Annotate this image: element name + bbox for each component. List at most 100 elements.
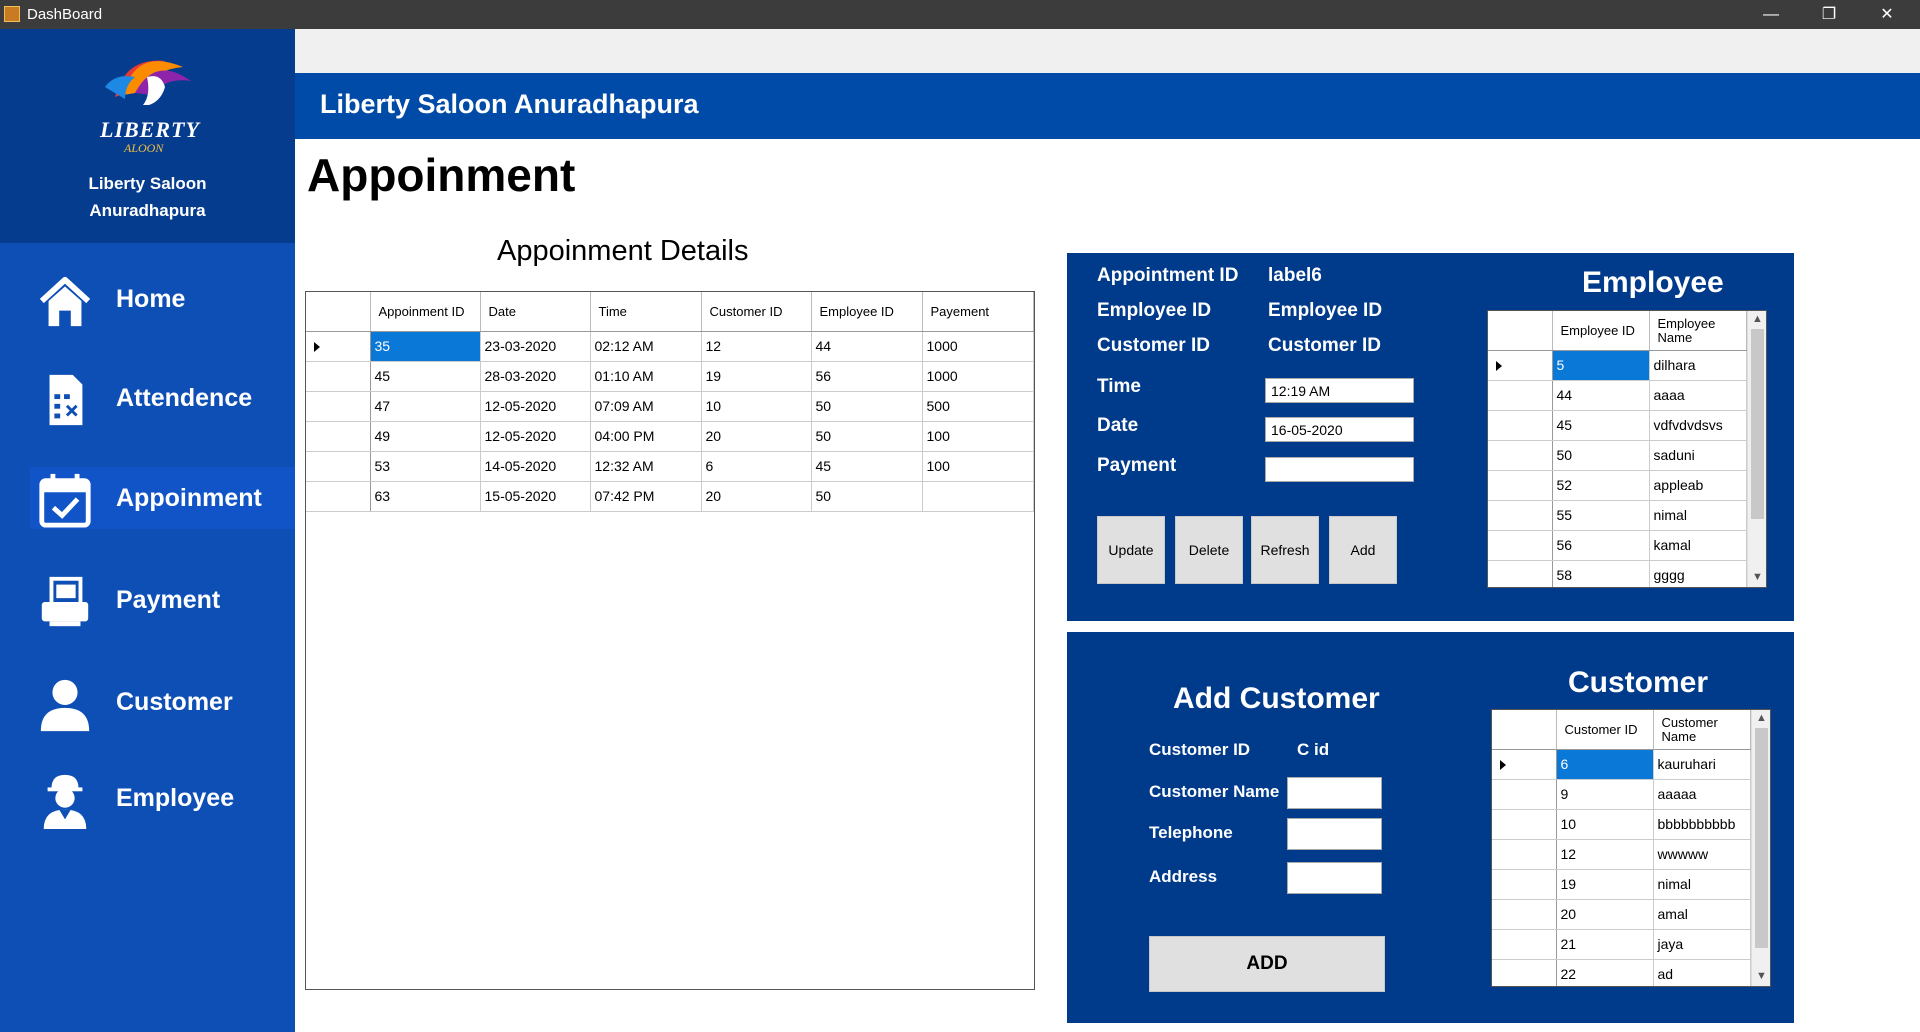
cell[interactable]: 50 bbox=[811, 481, 923, 512]
row-header[interactable] bbox=[1492, 809, 1557, 840]
table-row[interactable]: 5 dilhara bbox=[1488, 350, 1747, 381]
payment-field[interactable] bbox=[1265, 457, 1414, 482]
cell[interactable]: 23-03-2020 bbox=[480, 331, 591, 362]
cell[interactable]: 53 bbox=[370, 451, 481, 482]
table-row[interactable]: 50 saduni bbox=[1488, 440, 1747, 471]
cell[interactable]: 56 bbox=[811, 361, 923, 392]
cell[interactable]: 22 bbox=[1556, 959, 1654, 986]
nav-home[interactable]: Home bbox=[30, 268, 295, 330]
table-row[interactable]: 55 nimal bbox=[1488, 500, 1747, 531]
col-date[interactable]: Date bbox=[480, 292, 591, 332]
cell[interactable]: 19 bbox=[1556, 869, 1654, 900]
cell[interactable]: 21 bbox=[1556, 929, 1654, 960]
address-field[interactable] bbox=[1287, 862, 1382, 894]
time-field[interactable]: 12:19 AM bbox=[1265, 378, 1414, 403]
cell[interactable]: 45 bbox=[1552, 410, 1650, 441]
cell[interactable]: 6 bbox=[1556, 749, 1654, 780]
cell[interactable]: 50 bbox=[811, 421, 923, 452]
col-appointment-id[interactable]: Appoinment ID bbox=[370, 292, 481, 332]
maximize-button[interactable]: ❐ bbox=[1800, 0, 1858, 29]
row-header[interactable] bbox=[1492, 899, 1557, 930]
table-row[interactable]: 35 23-03-2020 02:12 AM 12 44 1000 bbox=[306, 331, 1034, 362]
table-row[interactable]: 44 aaaa bbox=[1488, 380, 1747, 411]
update-button[interactable]: Update bbox=[1097, 516, 1165, 584]
cell[interactable]: kauruhari bbox=[1653, 749, 1751, 780]
delete-button[interactable]: Delete bbox=[1175, 516, 1243, 584]
cell[interactable]: 10 bbox=[701, 391, 812, 422]
row-header[interactable] bbox=[1488, 440, 1553, 471]
cell[interactable]: 58 bbox=[1552, 560, 1650, 587]
cell[interactable]: jaya bbox=[1653, 929, 1751, 960]
appointment-details-grid[interactable]: Appoinment ID Date Time Customer ID Empl… bbox=[305, 291, 1035, 990]
col-time[interactable]: Time bbox=[590, 292, 702, 332]
nav-employee[interactable]: Employee bbox=[30, 767, 295, 829]
cell[interactable]: ad bbox=[1653, 959, 1751, 986]
col-employee-id[interactable]: Employee ID bbox=[1552, 311, 1650, 351]
row-header[interactable] bbox=[306, 391, 371, 422]
row-header[interactable] bbox=[1488, 380, 1553, 411]
row-header[interactable] bbox=[1492, 869, 1557, 900]
col-employee-name[interactable]: Employee Name bbox=[1649, 311, 1747, 351]
cell[interactable]: 5 bbox=[1552, 350, 1650, 381]
col-customer-id[interactable]: Customer ID bbox=[701, 292, 812, 332]
row-header[interactable] bbox=[1492, 749, 1557, 780]
table-row[interactable]: 63 15-05-2020 07:42 PM 20 50 bbox=[306, 481, 1034, 512]
cell[interactable]: 47 bbox=[370, 391, 481, 422]
cell[interactable]: 63 bbox=[370, 481, 481, 512]
add-button[interactable]: Add bbox=[1329, 516, 1397, 584]
customer-grid[interactable]: Customer ID Customer Name 6 kauruhari 9 aa… bbox=[1491, 709, 1771, 987]
cell[interactable]: nimal bbox=[1649, 500, 1747, 531]
close-button[interactable]: ✕ bbox=[1858, 0, 1916, 29]
cell[interactable]: 1000 bbox=[922, 361, 1034, 392]
table-row[interactable]: 49 12-05-2020 04:00 PM 20 50 100 bbox=[306, 421, 1034, 452]
minimize-button[interactable]: — bbox=[1742, 0, 1800, 29]
add-customer-button[interactable]: ADD bbox=[1149, 936, 1385, 992]
scroll-up-icon[interactable]: ▲ bbox=[1748, 311, 1766, 328]
table-row[interactable]: 58 gggg bbox=[1488, 560, 1747, 587]
cell[interactable]: vdfvdvdsvs bbox=[1649, 410, 1747, 441]
table-row[interactable]: 21 jaya bbox=[1492, 929, 1751, 960]
nav-attendence[interactable]: Attendence bbox=[30, 367, 295, 429]
scroll-up-icon[interactable]: ▲ bbox=[1752, 710, 1770, 727]
row-header[interactable] bbox=[1492, 779, 1557, 810]
cell[interactable]: 50 bbox=[1552, 440, 1650, 471]
cell[interactable]: 12 bbox=[1556, 839, 1654, 870]
row-header[interactable] bbox=[1492, 959, 1557, 986]
cell[interactable]: gggg bbox=[1649, 560, 1747, 587]
cell[interactable]: 12-05-2020 bbox=[480, 421, 591, 452]
cell[interactable]: 35 bbox=[370, 331, 481, 362]
cell[interactable]: 20 bbox=[701, 421, 812, 452]
cell[interactable]: 1000 bbox=[922, 331, 1034, 362]
cell[interactable]: 10 bbox=[1556, 809, 1654, 840]
cell[interactable]: 100 bbox=[922, 451, 1034, 482]
table-row[interactable]: 52 appleab bbox=[1488, 470, 1747, 501]
cell[interactable]: 12 bbox=[701, 331, 812, 362]
cell[interactable]: 12-05-2020 bbox=[480, 391, 591, 422]
cell[interactable]: 44 bbox=[811, 331, 923, 362]
employee-grid[interactable]: Employee ID Employee Name 5 dilhara 44 aaa… bbox=[1487, 310, 1767, 588]
row-header[interactable] bbox=[1488, 560, 1553, 587]
scrollbar-thumb[interactable] bbox=[1755, 728, 1768, 948]
cell[interactable]: 52 bbox=[1552, 470, 1650, 501]
cell[interactable]: aaaa bbox=[1649, 380, 1747, 411]
row-header[interactable] bbox=[1488, 530, 1553, 561]
cell[interactable]: amal bbox=[1653, 899, 1751, 930]
cell[interactable]: 100 bbox=[922, 421, 1034, 452]
col-employee-id[interactable]: Employee ID bbox=[811, 292, 923, 332]
row-header[interactable] bbox=[1488, 410, 1553, 441]
table-row[interactable]: 22 ad bbox=[1492, 959, 1751, 986]
cell[interactable]: 02:12 AM bbox=[590, 331, 702, 362]
row-header[interactable] bbox=[1488, 350, 1553, 381]
row-header[interactable] bbox=[306, 361, 371, 392]
telephone-field[interactable] bbox=[1287, 818, 1382, 850]
row-header[interactable] bbox=[1488, 470, 1553, 501]
date-field[interactable]: 16-05-2020 bbox=[1265, 417, 1414, 442]
cell[interactable]: 01:10 AM bbox=[590, 361, 702, 392]
table-row[interactable]: 45 vdfvdvdsvs bbox=[1488, 410, 1747, 441]
customer-grid-scrollbar[interactable]: ▲ ▼ bbox=[1751, 710, 1770, 986]
cell[interactable]: aaaaa bbox=[1653, 779, 1751, 810]
table-row[interactable]: 19 nimal bbox=[1492, 869, 1751, 900]
cell[interactable]: 56 bbox=[1552, 530, 1650, 561]
table-row[interactable]: 20 amal bbox=[1492, 899, 1751, 930]
col-customer-id[interactable]: Customer ID bbox=[1556, 710, 1654, 750]
